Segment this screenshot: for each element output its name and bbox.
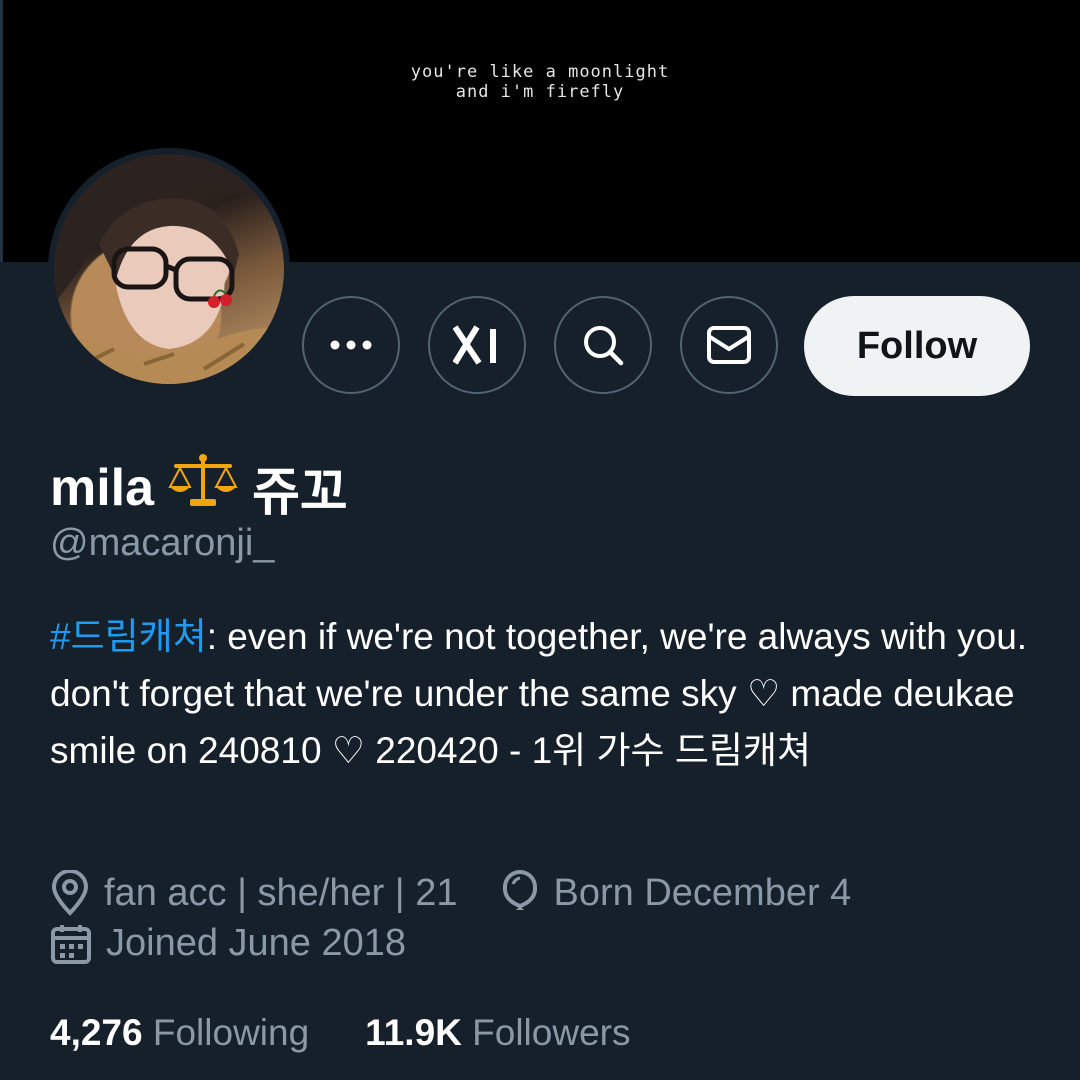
message-button[interactable] — [680, 296, 778, 394]
bio-hashtag-link[interactable]: #드림캐쳐 — [50, 616, 207, 657]
handle: @macaronji_ — [50, 522, 275, 564]
following-label: Following — [152, 1012, 310, 1053]
following-count: 4,276 — [50, 1012, 143, 1053]
birthday-item: Born December 4 — [500, 870, 852, 916]
profile-meta-row-1: fan acc | she/her | 21 Born December 4 — [50, 870, 851, 916]
joined-item: Joined June 2018 — [50, 922, 406, 965]
display-name: mila 쥬꼬 — [50, 450, 348, 525]
followers-label: Followers — [472, 1012, 631, 1053]
profile-meta-row-2: Joined June 2018 — [50, 922, 406, 965]
avatar-image — [54, 154, 284, 384]
birthday-text: Born December 4 — [553, 871, 852, 914]
grok-icon — [453, 325, 496, 365]
location-pin-icon — [51, 870, 89, 916]
search-button[interactable] — [554, 296, 652, 394]
balloon-icon — [502, 870, 537, 910]
follow-button[interactable]: Follow — [804, 296, 1030, 396]
display-name-text: mila — [50, 458, 155, 517]
avatar[interactable] — [48, 148, 290, 390]
more-icon — [330, 340, 372, 350]
followers-link[interactable]: 11.9K Followers — [365, 1012, 630, 1054]
banner-edge — [0, 0, 3, 262]
following-link[interactable]: 4,276 Following — [50, 1012, 309, 1054]
more-button[interactable] — [302, 296, 400, 394]
search-icon — [584, 326, 624, 366]
display-name-suffix: 쥬꼬 — [252, 464, 348, 522]
grok-button[interactable] — [428, 296, 526, 394]
joined-text: Joined June 2018 — [106, 922, 407, 964]
location-item: fan acc | she/her | 21 — [50, 870, 458, 916]
bio: #드림캐쳐: even if we're not together, we're… — [50, 608, 1030, 779]
follow-stats: 4,276 Following 11.9K Followers — [50, 1012, 630, 1054]
calendar-icon — [51, 924, 91, 964]
followers-count: 11.9K — [365, 1012, 462, 1053]
mail-icon — [707, 326, 751, 364]
scales-emoji-icon — [168, 453, 238, 522]
location-text: fan acc | she/her | 21 — [104, 871, 458, 914]
banner-text: you're like a moonlight and i'm firefly — [410, 62, 670, 102]
